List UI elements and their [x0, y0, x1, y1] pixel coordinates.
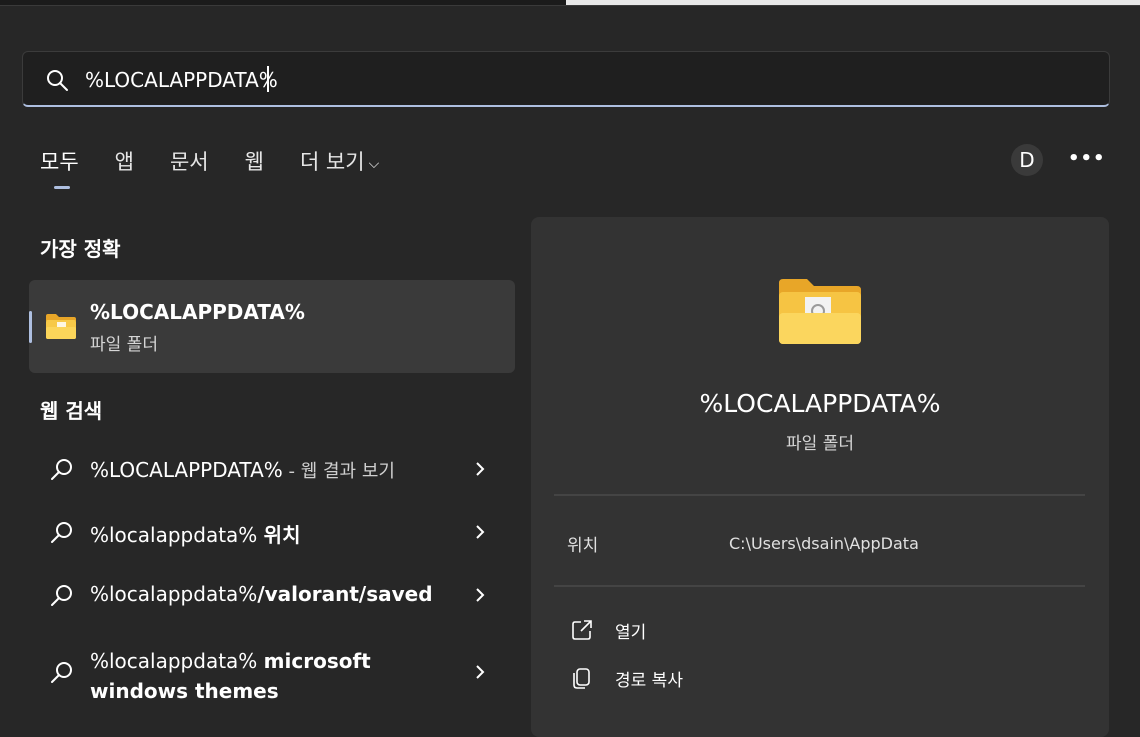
chevron-right-icon — [476, 525, 485, 539]
web-result-2-text: %localappdata% 위치 — [90, 523, 301, 547]
search-input[interactable] — [85, 66, 1085, 94]
search-icon — [51, 459, 72, 480]
folder-icon — [779, 279, 861, 344]
web-result-4-text: %localappdata% microsoft windows themes — [90, 649, 371, 703]
window-top-divider — [0, 5, 1140, 6]
text-caret — [267, 66, 269, 92]
web-result-1[interactable]: %LOCALAPPDATA% - 웹 결과 보기 — [29, 441, 515, 497]
best-match-result[interactable]: %LOCALAPPDATA% 파일 폴더 — [29, 280, 515, 373]
more-options-button[interactable]: ••• — [1068, 146, 1105, 174]
detail-title: %LOCALAPPDATA% — [699, 389, 941, 418]
web-result-2[interactable]: %localappdata% 위치 — [29, 504, 515, 560]
location-label: 위치 — [567, 536, 599, 556]
web-search-heading: 웹 검색 — [40, 399, 103, 423]
detail-subtitle: 파일 폴더 — [786, 434, 854, 454]
web-result-3[interactable]: %localappdata%/valorant/saved — [29, 567, 515, 623]
tab-web[interactable]: 웹 — [245, 146, 264, 182]
divider — [554, 585, 1085, 587]
web-result-1-text: %LOCALAPPDATA% - 웹 결과 보기 — [90, 458, 395, 482]
active-tab-indicator — [54, 186, 70, 189]
web-result-4[interactable]: %localappdata% microsoft windows themes — [29, 632, 515, 712]
copy-icon — [573, 668, 590, 689]
web-result-3-text: %localappdata%/valorant/saved — [90, 582, 433, 606]
chevron-right-icon — [476, 588, 485, 602]
account-avatar[interactable]: D — [1011, 144, 1043, 176]
chevron-down-icon: ⌵ — [368, 156, 380, 172]
tab-more[interactable]: 더 보기 ⌵ — [300, 146, 379, 182]
search-box[interactable] — [22, 51, 1110, 107]
selection-indicator — [29, 311, 32, 343]
search-icon — [47, 70, 68, 91]
best-match-heading: 가장 정확 — [40, 237, 121, 261]
chevron-right-icon — [476, 665, 485, 679]
tab-web-label: 웹 — [244, 150, 264, 174]
chevron-right-icon — [476, 462, 485, 476]
divider — [554, 494, 1085, 496]
tab-documents[interactable]: 문서 — [170, 146, 209, 182]
tab-apps[interactable]: 앱 — [115, 146, 134, 182]
tab-documents-label: 문서 — [169, 150, 209, 174]
search-icon — [51, 522, 72, 543]
folder-icon — [46, 314, 76, 339]
open-action-label: 열기 — [615, 623, 647, 643]
best-match-title: %LOCALAPPDATA% — [90, 300, 305, 324]
copy-path-action-label: 경로 복사 — [615, 671, 683, 691]
best-match-subtitle: 파일 폴더 — [90, 335, 158, 355]
open-external-icon — [572, 620, 592, 640]
detail-panel: %LOCALAPPDATA% 파일 폴더 위치 C:\Users\dsain\A… — [531, 217, 1109, 737]
filter-tabs: 모두 앱 문서 웹 더 보기 ⌵ — [40, 146, 415, 189]
tab-more-label: 더 보기 — [299, 150, 365, 174]
tab-all-label: 모두 — [40, 150, 79, 174]
tab-all[interactable]: 모두 — [40, 146, 79, 189]
search-icon — [51, 585, 72, 606]
open-action[interactable]: 열기 — [567, 617, 867, 647]
tab-apps-label: 앱 — [114, 150, 134, 174]
copy-path-action[interactable]: 경로 복사 — [567, 665, 867, 695]
location-value: C:\Users\dsain\AppData — [729, 534, 919, 553]
search-icon — [51, 662, 72, 683]
